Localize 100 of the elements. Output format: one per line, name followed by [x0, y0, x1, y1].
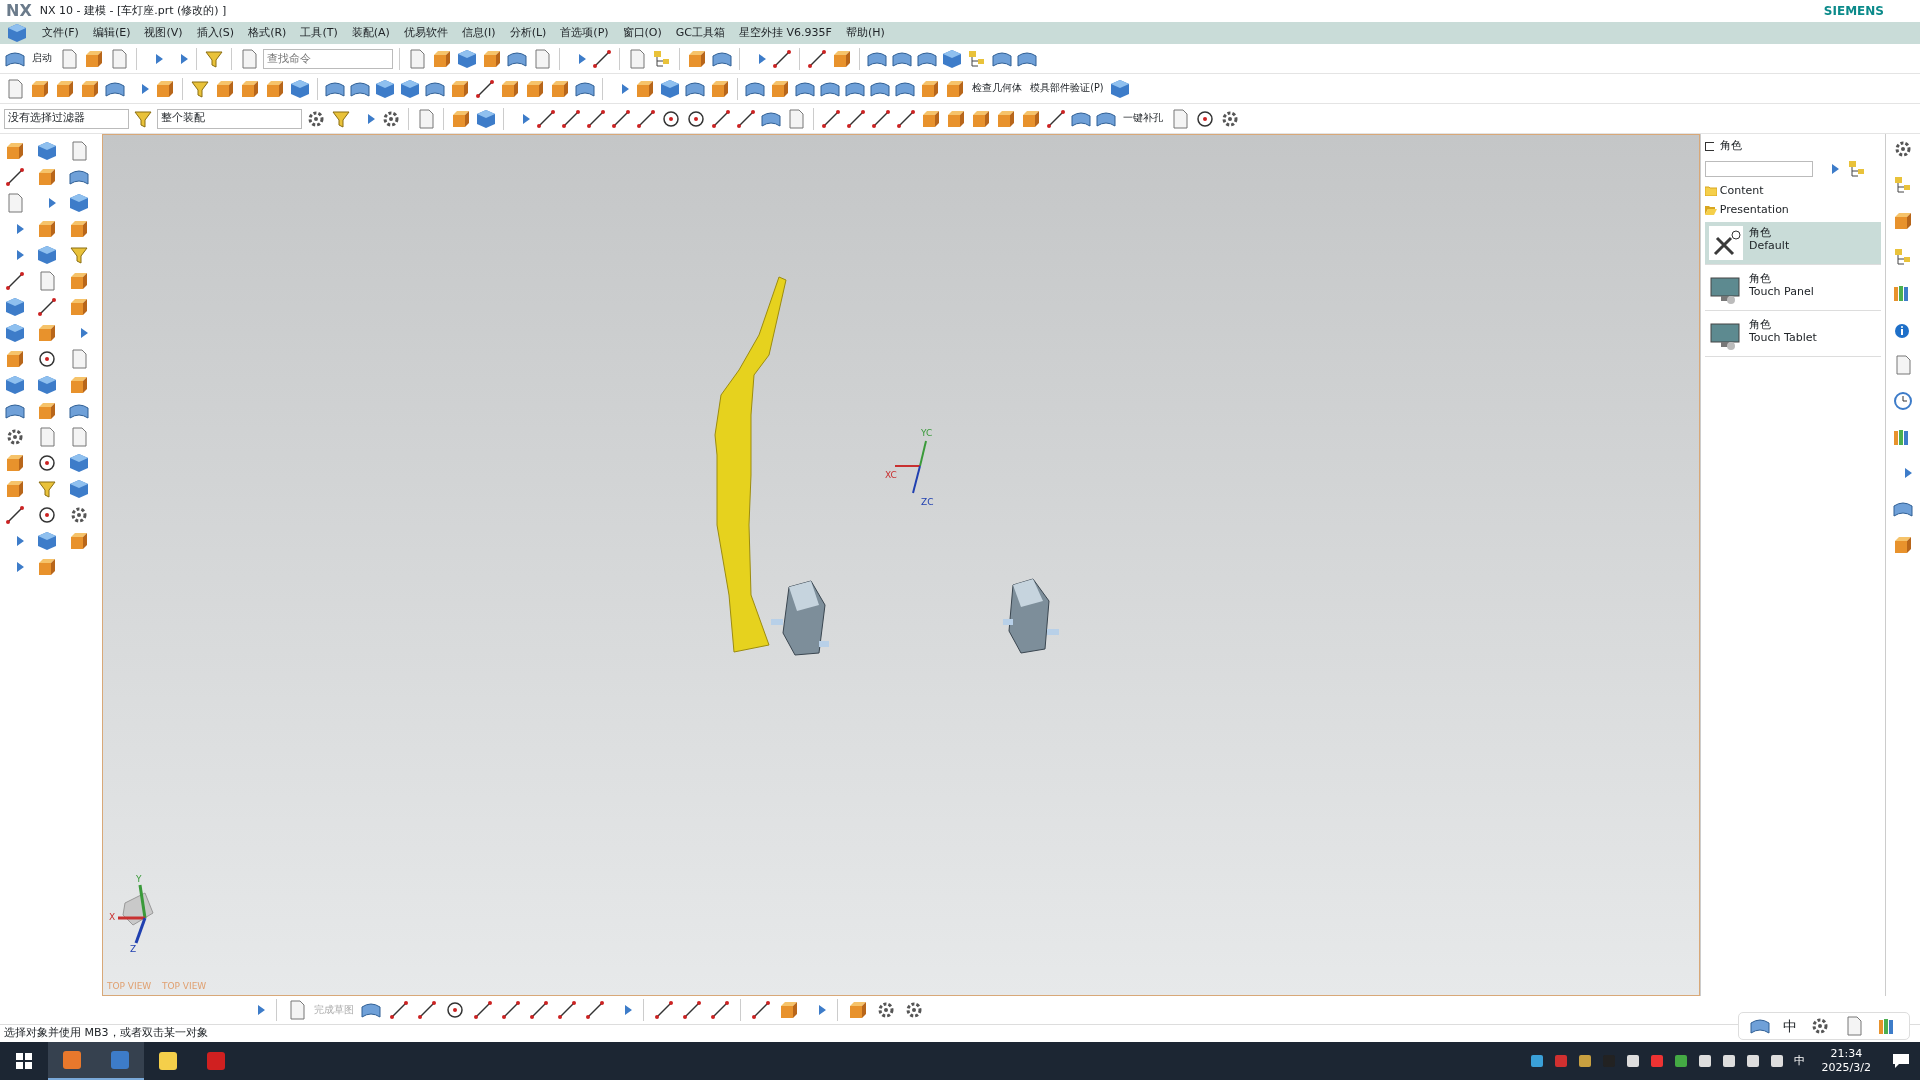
- cube-icon[interactable]: [475, 107, 497, 130]
- line-icon[interactable]: [805, 47, 828, 70]
- circle-icon[interactable]: [36, 348, 58, 370]
- search-field[interactable]: 查找命令: [262, 48, 393, 69]
- menu-item[interactable]: 编辑(E): [92, 24, 131, 42]
- tray-icon[interactable]: [1577, 1052, 1592, 1070]
- box-icon[interactable]: [778, 999, 800, 1021]
- menu-item[interactable]: 插入(S): [196, 24, 235, 42]
- box-icon[interactable]: [68, 270, 90, 292]
- line-icon[interactable]: [585, 107, 607, 130]
- box-icon[interactable]: [36, 400, 58, 422]
- cube-icon[interactable]: [36, 140, 58, 162]
- cube-icon[interactable]: [4, 374, 26, 396]
- line-icon[interactable]: [416, 999, 438, 1021]
- tray-icon[interactable]: [1697, 1052, 1712, 1070]
- box-icon[interactable]: [4, 348, 26, 370]
- input-mode-label[interactable]: 中: [1783, 1015, 1797, 1037]
- check-geometry-button[interactable]: 检查几何体: [969, 81, 1025, 96]
- start-button[interactable]: 启动: [29, 51, 55, 66]
- box-icon[interactable]: [68, 296, 90, 318]
- tray-icon[interactable]: [1673, 1052, 1688, 1070]
- circle-icon[interactable]: [444, 999, 466, 1021]
- line-icon[interactable]: [709, 999, 731, 1021]
- line-icon[interactable]: [681, 999, 703, 1021]
- line-icon[interactable]: [472, 999, 494, 1021]
- app-icon[interactable]: [48, 1042, 96, 1080]
- menu-item[interactable]: 信息(I): [461, 24, 496, 42]
- cube-icon[interactable]: [4, 322, 26, 344]
- app-icon[interactable]: [96, 1042, 144, 1080]
- line-icon[interactable]: [750, 999, 772, 1021]
- line-icon[interactable]: [4, 166, 26, 188]
- cube-icon[interactable]: [68, 192, 90, 214]
- tray-icon[interactable]: [1769, 1052, 1784, 1070]
- circle-icon[interactable]: [36, 504, 58, 526]
- line-icon[interactable]: [535, 107, 557, 130]
- role-item[interactable]: 角色 Default: [1705, 221, 1881, 265]
- cube-icon[interactable]: [374, 77, 396, 100]
- menu-item[interactable]: 工具(T): [300, 24, 338, 42]
- menu-item[interactable]: 首选项(P): [560, 24, 609, 42]
- folder-item[interactable]: Presentation: [1705, 202, 1881, 219]
- line-icon[interactable]: [735, 107, 757, 130]
- line-icon[interactable]: [820, 107, 842, 130]
- box-icon[interactable]: [847, 999, 869, 1021]
- cube-icon[interactable]: [455, 47, 478, 70]
- cube-icon[interactable]: [68, 478, 90, 500]
- hole-patch-button[interactable]: 一键补孔: [1120, 111, 1166, 126]
- box-icon[interactable]: [1892, 210, 1914, 232]
- role-item[interactable]: 角色 Touch Tablet: [1705, 313, 1881, 357]
- menu-item[interactable]: 窗口(O): [622, 24, 662, 42]
- line-icon[interactable]: [610, 107, 632, 130]
- menu-item[interactable]: 视图(V): [144, 24, 183, 42]
- line-icon[interactable]: [590, 47, 613, 70]
- clock-icon[interactable]: [1892, 390, 1914, 412]
- line-icon[interactable]: [870, 107, 892, 130]
- line-icon[interactable]: [584, 999, 606, 1021]
- funnel-icon[interactable]: [68, 244, 90, 266]
- line-icon[interactable]: [770, 47, 793, 70]
- notification-icon[interactable]: [1893, 1052, 1909, 1070]
- line-icon[interactable]: [4, 270, 26, 292]
- line-icon[interactable]: [528, 999, 550, 1021]
- menu-item[interactable]: 优易软件: [403, 24, 448, 42]
- line-icon[interactable]: [474, 77, 496, 100]
- cube-icon[interactable]: [68, 452, 90, 474]
- cube-icon[interactable]: [659, 77, 681, 100]
- cube-icon[interactable]: [399, 77, 421, 100]
- line-icon[interactable]: [36, 296, 58, 318]
- box-icon[interactable]: [36, 556, 58, 578]
- folder-item[interactable]: Content: [1705, 182, 1881, 199]
- menu-item[interactable]: 装配(A): [351, 24, 390, 42]
- menu-item[interactable]: 星空外挂 V6.935F: [739, 24, 832, 42]
- box-icon[interactable]: [4, 140, 26, 162]
- tray-icon[interactable]: [1529, 1052, 1544, 1070]
- line-icon[interactable]: [500, 999, 522, 1021]
- cube-icon[interactable]: [4, 296, 26, 318]
- cube-icon[interactable]: [36, 244, 58, 266]
- line-icon[interactable]: [710, 107, 732, 130]
- input-mode-label[interactable]: 中: [1794, 1052, 1806, 1070]
- line-icon[interactable]: [1045, 107, 1067, 130]
- box-icon[interactable]: [36, 166, 58, 188]
- cube-icon[interactable]: [1109, 77, 1132, 100]
- box-icon[interactable]: [1892, 534, 1914, 556]
- selection-filter-dropdown[interactable]: 没有选择过滤器: [4, 108, 129, 129]
- menu-item[interactable]: 格式(R): [248, 24, 287, 42]
- cube-icon[interactable]: [289, 77, 311, 100]
- box-icon[interactable]: [4, 452, 26, 474]
- cube-icon[interactable]: [36, 374, 58, 396]
- line-icon[interactable]: [560, 107, 582, 130]
- circle-icon[interactable]: [36, 452, 58, 474]
- box-icon[interactable]: [68, 530, 90, 552]
- line-icon[interactable]: [895, 107, 917, 130]
- line-icon[interactable]: [556, 999, 578, 1021]
- line-icon[interactable]: [653, 999, 675, 1021]
- menu-item[interactable]: 帮助(H): [845, 24, 885, 42]
- mold-validation-button[interactable]: 模具部件验证(P): [1027, 81, 1107, 96]
- cube-icon[interactable]: [940, 47, 963, 70]
- box-icon[interactable]: [36, 322, 58, 344]
- tray-icon[interactable]: [1625, 1052, 1640, 1070]
- box-icon[interactable]: [68, 374, 90, 396]
- tray-icon[interactable]: [1721, 1052, 1736, 1070]
- line-icon[interactable]: [4, 504, 26, 526]
